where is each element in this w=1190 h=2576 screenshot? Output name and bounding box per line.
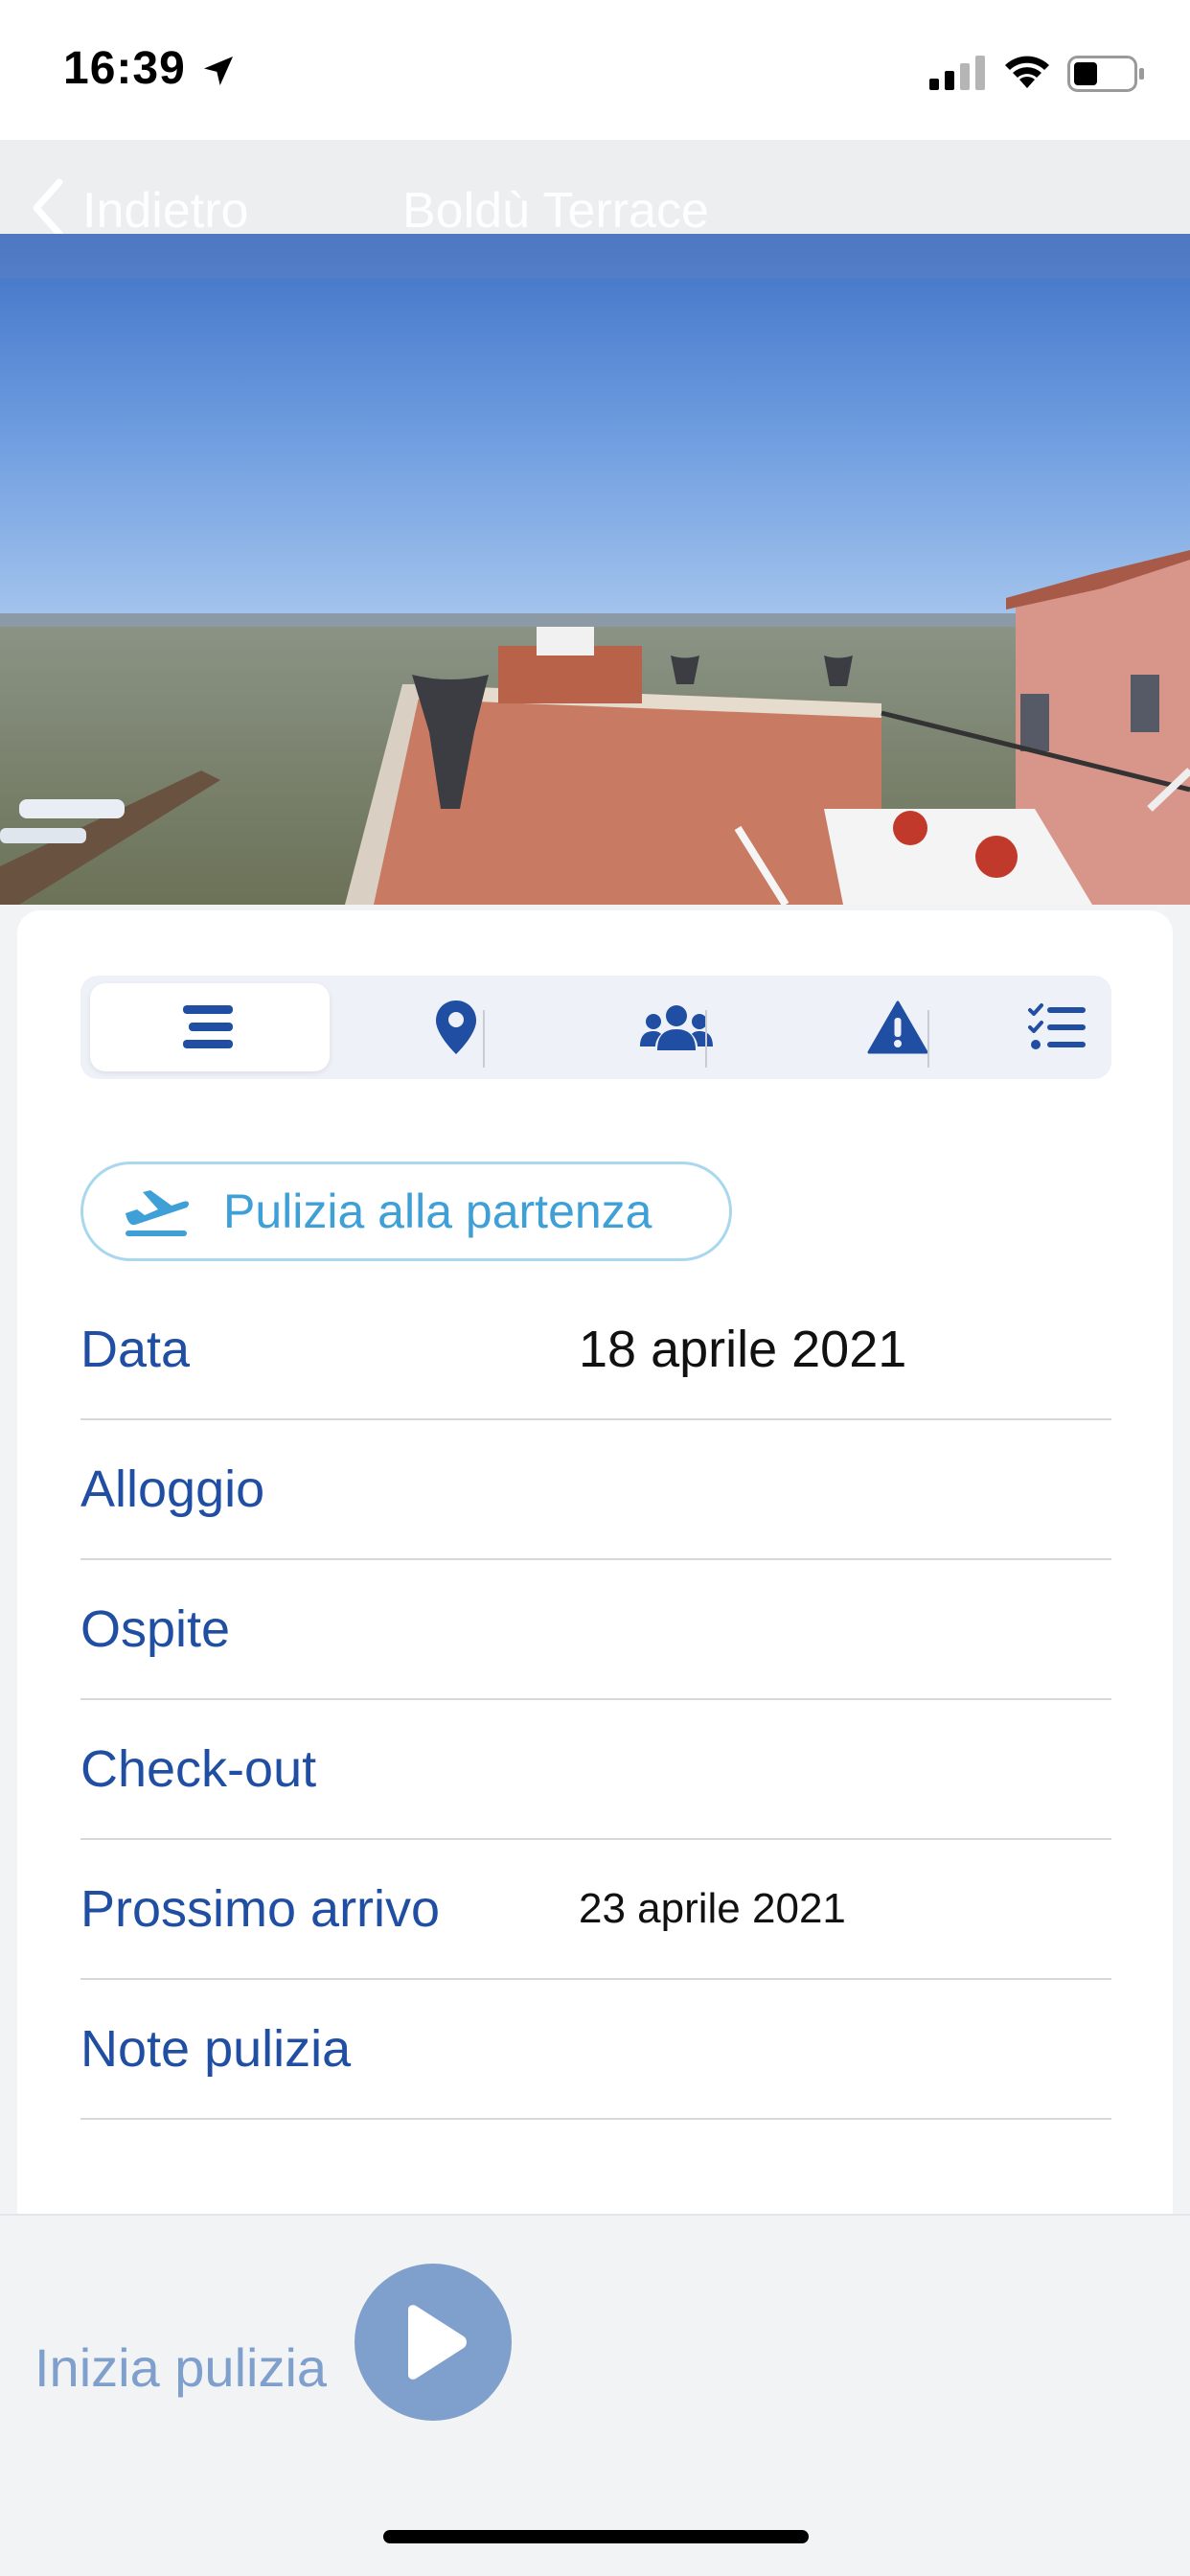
data-label: Data: [80, 1321, 191, 1378]
tab-checklist[interactable]: [1000, 976, 1115, 1079]
airplane-departure-icon: [126, 1190, 190, 1236]
checklist-icon: [1028, 1003, 1086, 1049]
alloggio-label: Alloggio: [80, 1460, 265, 1518]
cleaning-type-label: Pulizia alla partenza: [223, 1184, 652, 1238]
home-indicator: [383, 2530, 809, 2543]
cellular-signal-icon: [929, 56, 985, 90]
back-button[interactable]: Indietro: [82, 182, 248, 240]
warning-icon: [867, 1000, 928, 1054]
navigation-bar: Indietro Boldù Terrace: [0, 140, 1190, 239]
detail-row-prossimo-arrivo: Prossimo arrivo 23 aprile 2021: [80, 1840, 1111, 1980]
users-group-icon: [640, 1005, 713, 1050]
prossimo-arrivo-value: 23 aprile 2021: [579, 1885, 846, 1932]
detail-row-note-pulizia: Note pulizia: [80, 1980, 1111, 2120]
tab-separator: [927, 1010, 929, 1068]
tab-separator: [705, 1010, 707, 1068]
tab-details[interactable]: [90, 983, 330, 1071]
cleaning-type-badge: Pulizia alla partenza: [80, 1162, 732, 1261]
tab-issues[interactable]: [797, 976, 998, 1079]
tab-guests[interactable]: [576, 976, 777, 1079]
note-pulizia-label: Note pulizia: [80, 2020, 352, 2078]
location-pin-icon: [436, 1000, 476, 1054]
detail-row-data: Data 18 aprile 2021: [80, 1280, 1111, 1420]
ospite-label: Ospite: [80, 1600, 231, 1658]
detail-row-ospite: Ospite: [80, 1560, 1111, 1700]
property-photo: [0, 234, 1190, 905]
tab-location[interactable]: [355, 976, 557, 1079]
play-icon: [408, 2305, 467, 2380]
list-lines-icon: [183, 1005, 233, 1048]
start-cleaning-button[interactable]: [355, 2264, 512, 2421]
page-title: Boldù Terrace: [402, 183, 709, 239]
tab-bar: [80, 976, 1111, 1079]
battery-icon: [1067, 56, 1144, 92]
wifi-icon: [1005, 56, 1049, 88]
bottom-action-bar: Inizia pulizia: [0, 2214, 1190, 2576]
tab-separator: [483, 1010, 485, 1068]
data-value: 18 aprile 2021: [579, 1321, 907, 1378]
detail-row-alloggio: Alloggio: [80, 1420, 1111, 1560]
status-time: 16:39: [63, 43, 186, 94]
detail-row-checkout: Check-out: [80, 1700, 1111, 1840]
location-arrow-icon: [204, 57, 233, 85]
start-cleaning-label[interactable]: Inizia pulizia: [34, 2336, 327, 2399]
prossimo-arrivo-label: Prossimo arrivo: [80, 1880, 441, 1938]
back-chevron-icon[interactable]: [29, 176, 67, 240]
checkout-label: Check-out: [80, 1740, 317, 1798]
status-bar: 16:39: [0, 0, 1190, 140]
